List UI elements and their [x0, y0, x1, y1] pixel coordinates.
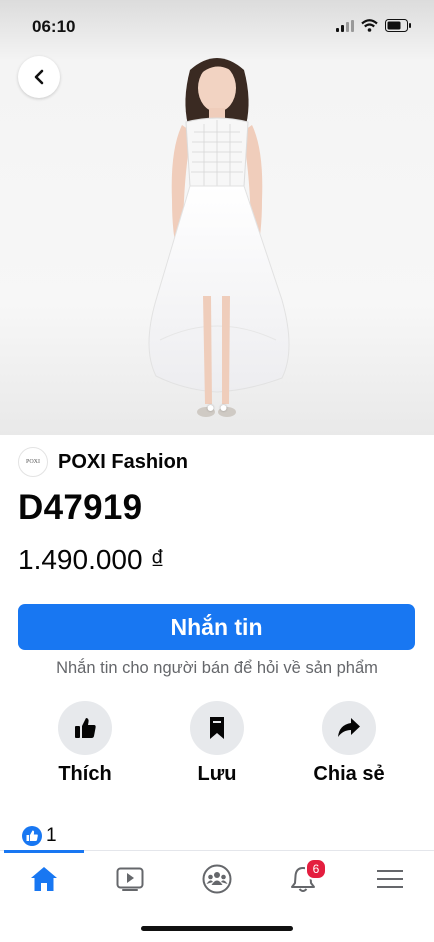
product-photo-white-dress [148, 58, 290, 417]
back-button[interactable] [18, 56, 60, 98]
nav-menu[interactable] [370, 859, 410, 899]
save-button-circle[interactable] [190, 701, 244, 755]
home-indicator[interactable] [141, 926, 293, 931]
like-label: Thích [58, 763, 112, 785]
seller-logo-text: POXI [25, 459, 40, 465]
like-reaction-icon [22, 826, 42, 846]
reaction-count: 1 [46, 825, 57, 846]
watch-icon [116, 867, 144, 891]
reaction-summary[interactable]: 1 [22, 825, 57, 847]
seller-name[interactable]: POXI Fashion [58, 451, 188, 474]
save-button[interactable]: Lưu [162, 701, 272, 786]
wifi-icon [361, 19, 378, 32]
seller-row[interactable]: POXI POXI Fashion [18, 447, 188, 477]
notification-badge: 6 [305, 858, 327, 880]
share-button[interactable]: Chia sẻ [294, 701, 404, 786]
cellular-signal-icon [336, 19, 354, 32]
seller-logo[interactable]: POXI [18, 447, 48, 477]
message-button-label: Nhắn tin [170, 613, 263, 640]
product-price: 1.490.000 ₫ [18, 544, 165, 575]
menu-icon [377, 870, 403, 888]
nav-notifications[interactable]: 6 [283, 858, 327, 899]
battery-icon [385, 19, 411, 32]
status-time: 06:10 [32, 17, 76, 36]
nav-watch[interactable] [110, 859, 150, 899]
groups-icon [202, 864, 232, 894]
chevron-left-icon [34, 69, 44, 85]
pager-dot[interactable] [220, 405, 227, 411]
message-seller-button[interactable]: Nhắn tin [18, 604, 415, 650]
message-hint: Nhắn tin cho người bán để hỏi về sản phẩ… [56, 659, 378, 677]
active-tab-indicator [4, 850, 84, 853]
nav-groups[interactable] [197, 859, 237, 899]
image-pager-dots[interactable] [207, 405, 227, 411]
bookmark-icon [210, 717, 224, 739]
nav-home[interactable] [24, 859, 64, 899]
product-title: D47919 [18, 488, 143, 527]
bottom-nav: 6 [0, 850, 434, 905]
share-icon [338, 718, 360, 737]
product-image[interactable] [0, 0, 434, 435]
pager-dot[interactable] [207, 405, 214, 411]
like-button-circle[interactable] [58, 701, 112, 755]
share-label: Chia sẻ [313, 763, 385, 785]
thumbs-up-icon [75, 718, 96, 738]
home-icon [31, 867, 57, 891]
status-bar: 06:10 [0, 0, 434, 52]
share-button-circle[interactable] [322, 701, 376, 755]
status-icons [336, 19, 412, 32]
save-label: Lưu [197, 763, 237, 785]
like-button[interactable]: Thích [30, 701, 140, 786]
